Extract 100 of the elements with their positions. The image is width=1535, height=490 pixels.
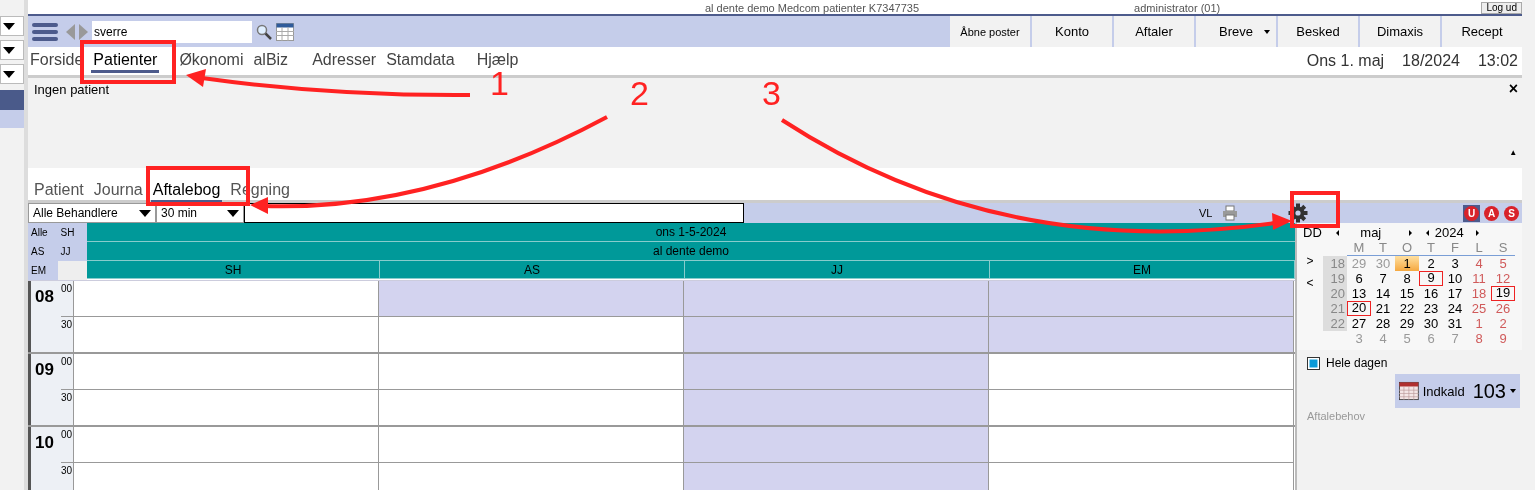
calendar-day[interactable]: 2 [1491, 316, 1515, 331]
group-filter[interactable]: Alle [28, 223, 58, 242]
column-header: EM [990, 261, 1295, 279]
calendar-day[interactable]: 19 [1491, 286, 1515, 301]
tab[interactable]: Aftalebog [150, 181, 223, 203]
calendar-day[interactable]: 31 [1443, 316, 1467, 331]
column-header: JJ [685, 261, 990, 279]
forward-icon[interactable] [79, 23, 88, 40]
group-filter[interactable]: AS [28, 242, 58, 261]
toolbar-button[interactable]: Besked [1276, 16, 1358, 47]
calendar-day[interactable]: 24 [1443, 301, 1467, 316]
calendar-day[interactable]: 20 [1347, 301, 1371, 316]
collapse-button[interactable]: ▲ [1508, 146, 1518, 160]
menu-tab[interactable]: Patienter [91, 49, 160, 73]
calendar-day[interactable]: 15 [1395, 286, 1419, 301]
list-item[interactable] [0, 110, 24, 128]
tab[interactable]: Patient [32, 181, 86, 203]
calendar-day[interactable]: 22 [1395, 301, 1419, 316]
time-slot[interactable] [989, 317, 1294, 352]
calendar-day[interactable]: 1 [1395, 256, 1419, 271]
month-label: maj [1359, 225, 1383, 240]
back-icon[interactable] [66, 23, 75, 40]
toolbar-button[interactable]: Breve [1194, 16, 1276, 47]
calendar-day[interactable]: 23 [1419, 301, 1443, 316]
minute-label: 30 [61, 465, 73, 476]
dropdown[interactable] [0, 16, 24, 36]
search-icon[interactable] [256, 23, 272, 40]
calendar-day[interactable]: 27 [1347, 316, 1371, 331]
calendar-day[interactable]: 28 [1371, 316, 1395, 331]
menu-tab[interactable]: Adresser [310, 49, 379, 73]
dropdown[interactable] [0, 40, 24, 60]
calendar-day[interactable]: 4 [1467, 256, 1491, 271]
calendar-day[interactable]: 30 [1419, 316, 1443, 331]
logout-button[interactable]: Log ud [1481, 2, 1522, 14]
calendar-day[interactable]: 2 [1419, 256, 1443, 271]
hour-label: 09 [34, 359, 55, 381]
calendar-day[interactable]: 17 [1443, 286, 1467, 301]
calendar-day[interactable]: 26 [1491, 301, 1515, 316]
calendar-day[interactable]: 9 [1491, 331, 1515, 346]
window-title: al dente demo Medcom patienter K7347735 [705, 3, 920, 14]
filter-toggle[interactable]: A [1483, 204, 1500, 222]
group-filter[interactable]: SH [57, 223, 87, 242]
toolbar-button[interactable]: Recept [1440, 16, 1522, 47]
calendar-day[interactable]: 6 [1347, 271, 1371, 286]
time-slot[interactable] [989, 281, 1294, 316]
time-slot[interactable] [684, 354, 989, 389]
calendar-day[interactable]: 10 [1443, 271, 1467, 286]
calendar-icon [1399, 380, 1419, 402]
calendar-day[interactable]: 12 [1491, 271, 1515, 286]
calendar-day[interactable]: 14 [1371, 286, 1395, 301]
filter-toggle[interactable]: S [1503, 204, 1520, 222]
menu-tab[interactable]: Stamdata [384, 49, 457, 73]
filter-toggle[interactable]: U [1463, 204, 1480, 222]
toolbar-button[interactable]: Dimaxis [1358, 16, 1440, 47]
close-button[interactable]: × [1508, 82, 1518, 96]
calendar-day[interactable]: 29 [1395, 316, 1419, 331]
calendar-day[interactable]: 7 [1371, 271, 1395, 286]
minute-label: 00 [61, 429, 73, 440]
time-slot[interactable] [684, 281, 989, 316]
menu-tab[interactable]: Økonomi [177, 49, 246, 73]
toolbar-button[interactable]: Aftaler [1112, 16, 1194, 47]
search-field[interactable]: sverre [92, 20, 252, 43]
time-slot[interactable] [684, 390, 989, 425]
calendar-day[interactable]: 11 [1467, 271, 1491, 286]
printer-icon[interactable] [1222, 205, 1239, 221]
recall-button[interactable]: Indkald 103 [1395, 374, 1520, 408]
calendar-day[interactable]: 8 [1395, 271, 1419, 286]
table-icon[interactable] [276, 22, 294, 41]
dropdown[interactable] [0, 64, 24, 84]
next-button[interactable]: > [1303, 254, 1317, 268]
calendar-day[interactable]: 3 [1443, 256, 1467, 271]
group-filter[interactable]: JJ [57, 242, 87, 261]
menu-tab[interactable]: alBiz [251, 49, 291, 73]
calendar-day[interactable]: 5 [1491, 256, 1515, 271]
toolbar-button[interactable]: Konto [1030, 16, 1112, 47]
list-item[interactable] [0, 90, 24, 110]
tab[interactable]: Journa [91, 181, 145, 203]
settings-icon[interactable] [1288, 203, 1309, 223]
calendar-day[interactable]: 21 [1371, 301, 1395, 316]
time-slot[interactable] [379, 281, 684, 316]
menu-icon[interactable] [32, 21, 58, 42]
calendar-day[interactable]: 13 [1347, 286, 1371, 301]
calendar-day[interactable]: 1 [1467, 316, 1491, 331]
previous-button[interactable]: < [1303, 276, 1317, 290]
time-slot[interactable] [684, 317, 989, 352]
calendar-day[interactable]: 16 [1419, 286, 1443, 301]
time-slot[interactable] [684, 427, 989, 462]
text-field[interactable] [244, 203, 744, 223]
previous-month-icon[interactable] [1335, 229, 1339, 236]
time-slot[interactable] [684, 463, 989, 490]
calendar-day[interactable]: 25 [1467, 301, 1491, 316]
checkbox[interactable] [1307, 356, 1320, 370]
toolbar-button[interactable]: Åbne poster [948, 16, 1030, 47]
next-month-icon[interactable] [1408, 229, 1412, 236]
calendar-day[interactable]: 18 [1467, 286, 1491, 301]
next-year-icon[interactable] [1475, 229, 1479, 236]
practitioner-dropdown[interactable]: Alle Behandlere [28, 203, 156, 223]
calendar-day[interactable]: 9 [1419, 271, 1443, 286]
previous-year-icon[interactable] [1425, 229, 1429, 236]
calendar-day[interactable]: 8 [1467, 331, 1491, 346]
